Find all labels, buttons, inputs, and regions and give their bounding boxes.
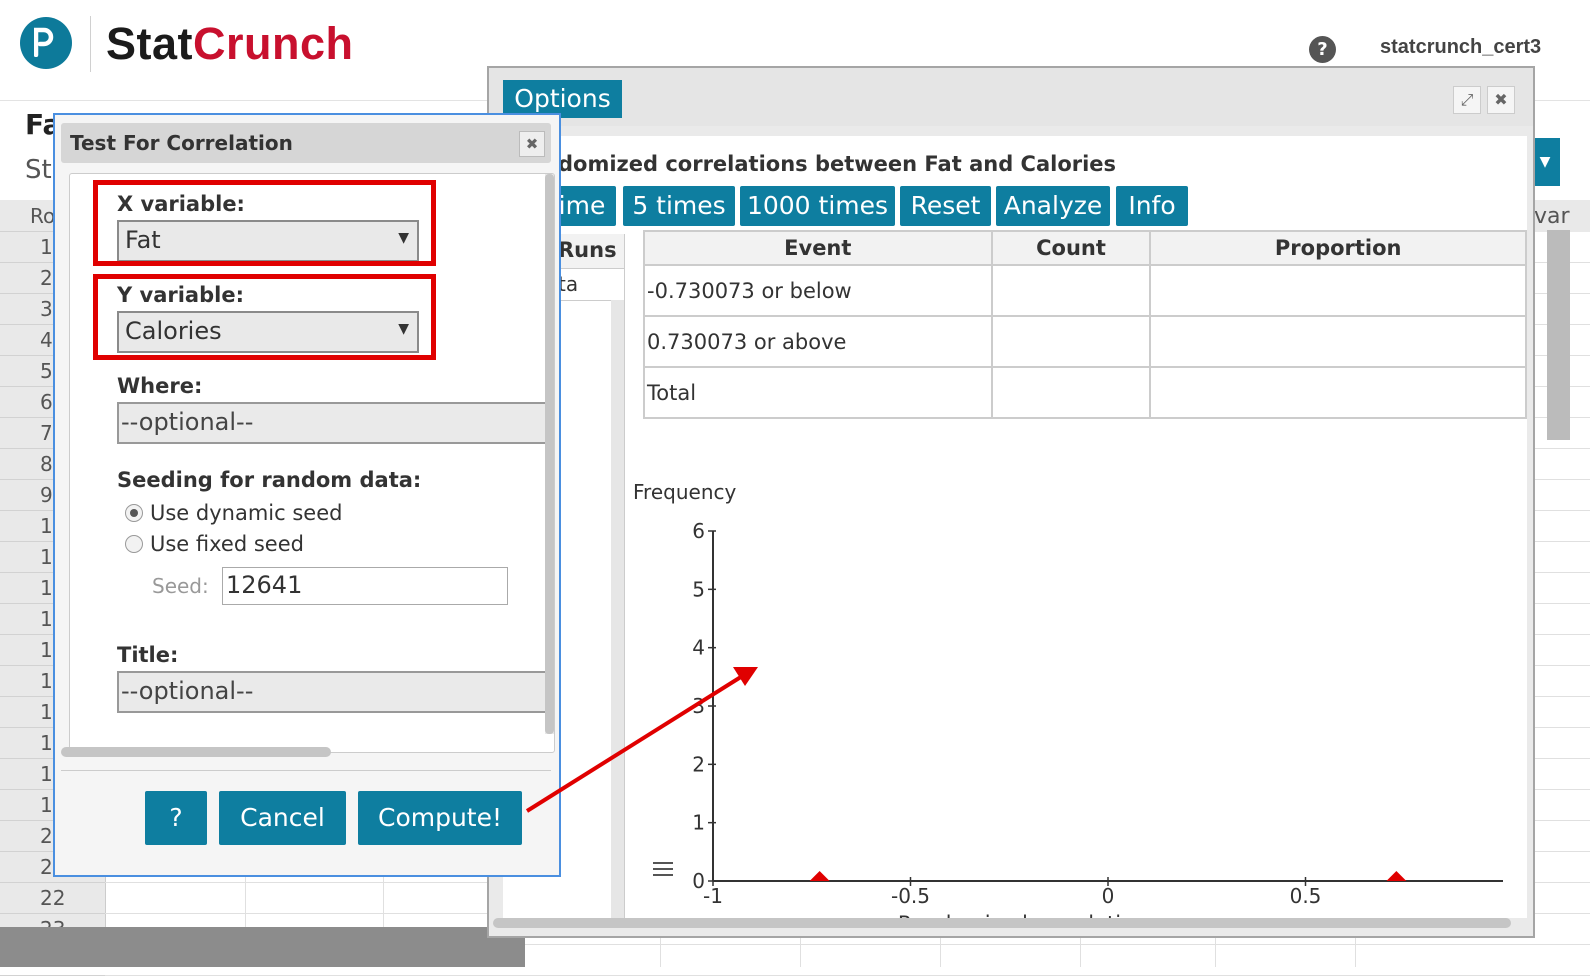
count-cell — [990, 315, 1152, 368]
analyze-button[interactable]: Analyze — [996, 186, 1110, 226]
seeding-label: Seeding for random data: — [117, 468, 422, 492]
runs-cell-label: ta — [558, 272, 579, 296]
brand-logo: StatCrunch — [106, 18, 354, 70]
cancel-button[interactable]: Cancel — [219, 791, 346, 845]
event-cell: -0.730073 or below — [643, 264, 993, 317]
column-header-event: Event — [643, 230, 993, 266]
table-row: Total — [643, 366, 1527, 419]
randomized-correlation-chart: 0123456-1-0.500.5FrequencyRandomized cor… — [633, 481, 1503, 918]
count-cell — [990, 366, 1152, 419]
close-icon[interactable]: ✖ — [519, 131, 545, 157]
panel-horizontal-scrollbar[interactable] — [61, 747, 331, 757]
x-tick-label: -1 — [703, 884, 723, 908]
observed-correlation-marker — [809, 871, 830, 881]
y-axis-label: Frequency — [633, 481, 736, 504]
seed-label: Seed: — [152, 574, 209, 598]
column-header-var-label: var — [1534, 204, 1570, 229]
y-variable-highlight-box — [93, 274, 436, 360]
where-input[interactable]: --optional-- — [117, 402, 554, 444]
panel-vertical-scrollbar-thumb[interactable] — [545, 174, 554, 734]
options-horizontal-scrollbar[interactable] — [493, 918, 1511, 928]
brand-stat: Stat — [106, 18, 194, 69]
where-input-value: --optional-- — [121, 408, 254, 436]
options-titlebar[interactable]: Options ⤢ ✖ — [489, 68, 1533, 126]
events-table-header: Event Count Proportion — [643, 230, 1527, 266]
options-window: Options ⤢ ✖ domized correlations between… — [487, 66, 1535, 938]
table-row: -0.730073 or below — [643, 264, 1527, 317]
help-button[interactable]: ? — [145, 791, 207, 845]
column-header-count: Count — [990, 230, 1152, 266]
y-tick-label: 1 — [692, 811, 705, 835]
seed-input[interactable]: 12641 — [222, 567, 508, 605]
title-label: Title: — [117, 643, 179, 667]
compute-button[interactable]: Compute! — [358, 791, 522, 845]
question-mark-icon[interactable]: ? — [1309, 36, 1336, 63]
title-input-value: --optional-- — [121, 677, 254, 705]
observed-correlation-marker — [1386, 871, 1407, 881]
sheet-bottom-bar — [0, 927, 525, 967]
x-variable-highlight-box — [93, 180, 436, 266]
dialog-separator — [61, 770, 551, 771]
event-cell: Total — [643, 366, 993, 419]
y-tick-label: 3 — [692, 694, 705, 718]
y-tick-label: 2 — [692, 752, 705, 776]
fixed-seed-radio[interactable] — [125, 535, 143, 553]
logo-divider — [90, 16, 91, 72]
simulation-heading: domized correlations between Fat and Cal… — [558, 152, 1117, 176]
x-tick-label: 0.5 — [1290, 884, 1322, 908]
runs-scrollbar[interactable] — [611, 300, 624, 918]
table-row: 0.730073 or above — [643, 315, 1527, 368]
column-header-var[interactable]: var — [1530, 200, 1590, 232]
username-label[interactable]: statcrunch_cert3 — [1380, 36, 1541, 59]
proportion-cell — [1149, 366, 1527, 419]
seed-input-value: 12641 — [226, 571, 303, 599]
data-set-subtitle: St — [25, 155, 52, 185]
info-button[interactable]: Info — [1116, 186, 1188, 226]
sheet-vertical-scrollbar[interactable] — [1547, 230, 1570, 440]
title-input[interactable]: --optional-- — [117, 671, 554, 713]
panel-vertical-scrollbar[interactable] — [545, 174, 554, 734]
pearson-logo-icon — [20, 17, 72, 69]
where-label: Where: — [117, 374, 203, 398]
y-tick-label: 5 — [692, 577, 705, 601]
dynamic-seed-radio[interactable] — [125, 504, 143, 522]
hamburger-menu-icon[interactable] — [653, 861, 673, 877]
dialog-title: Test For Correlation — [70, 131, 293, 155]
fixed-seed-label[interactable]: Use fixed seed — [150, 532, 304, 556]
dynamic-seed-label[interactable]: Use dynamic seed — [150, 501, 342, 525]
run-1000-times-button[interactable]: 1000 times — [740, 186, 895, 226]
row-number[interactable]: 22 — [0, 882, 105, 914]
x-tick-label: 0 — [1102, 884, 1115, 908]
proportion-cell — [1149, 264, 1527, 317]
proportion-cell — [1149, 315, 1527, 368]
runs-header-label: Runs — [558, 238, 617, 262]
reset-button[interactable]: Reset — [900, 186, 991, 226]
close-icon[interactable]: ✖ — [1487, 86, 1515, 114]
events-table: Event Count Proportion -0.730073 or belo… — [643, 230, 1527, 419]
dialog-titlebar[interactable]: Test For Correlation ✖ — [61, 123, 551, 163]
count-cell — [990, 264, 1152, 317]
expand-icon[interactable]: ⤢ — [1453, 86, 1481, 114]
run-5-times-button[interactable]: 5 times — [623, 186, 735, 226]
column-header-proportion: Proportion — [1149, 230, 1527, 266]
event-cell: 0.730073 or above — [643, 315, 993, 368]
brand-crunch: Crunch — [193, 18, 354, 69]
y-tick-label: 4 — [692, 636, 705, 660]
options-content: domized correlations between Fat and Cal… — [503, 136, 1527, 918]
y-tick-label: 6 — [692, 519, 705, 543]
x-tick-label: -0.5 — [891, 884, 930, 908]
